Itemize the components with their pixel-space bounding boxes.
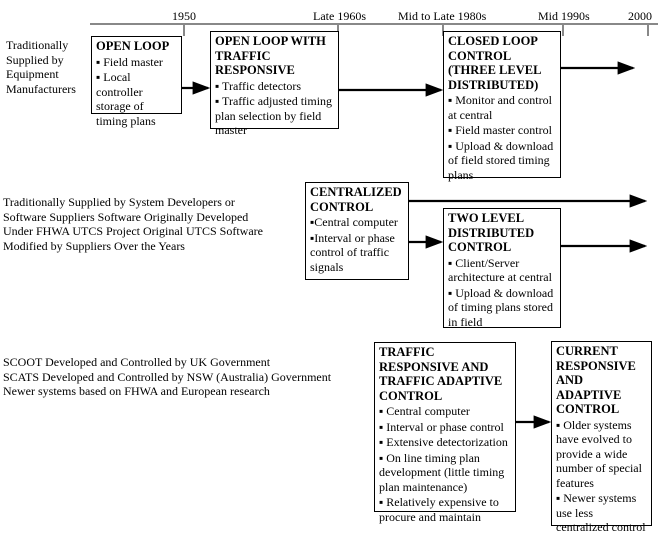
- text-line: Equipment: [6, 67, 59, 81]
- group-label-equipment: Traditionally Supplied by Equipment Manu…: [6, 38, 76, 96]
- box-item: ▪ Older systems have evolved to provide …: [556, 417, 642, 490]
- box-two-level: TWO LEVEL DISTRIBUTED CONTROL ▪ Client/S…: [443, 208, 561, 329]
- text-line: Supplied by: [6, 52, 64, 67]
- box-item: ▪ Monitor and control at central: [448, 93, 552, 122]
- box-item: ▪ On line timing plan development (littl…: [379, 450, 505, 494]
- box-traffic-adaptive: TRAFFIC RESPONSIVE AND TRAFFIC ADAPTIVE …: [374, 342, 516, 524]
- box-title: CENTRALIZED CONTROL: [310, 185, 402, 214]
- text-line: Traditionally Supplied by System Develop…: [3, 195, 235, 209]
- text-line: Newer systems based on FHWA and European…: [3, 384, 270, 398]
- box-item: ▪ Interval or phase control: [379, 419, 504, 434]
- timeline-label: Late 1960s: [313, 9, 366, 23]
- timeline-label: 2000: [628, 9, 652, 23]
- text-line: Modified by Suppliers Over the Years: [3, 238, 185, 253]
- box-title: OPEN LOOP: [96, 39, 170, 53]
- box-item: ▪ Field master control: [448, 123, 552, 137]
- text-line: SCOOT Developed and Controlled by UK Gov…: [3, 355, 271, 369]
- box-title: CURRENT RESPONSIVE AND ADAPTIVE CONTROL: [556, 344, 636, 416]
- timeline-label: 1950: [172, 9, 196, 23]
- timeline-axis: [90, 23, 658, 36]
- box-title: OPEN LOOP WITH TRAFFIC RESPONSIVE: [215, 34, 326, 77]
- group-label-adaptive: SCOOT Developed and Controlled by UK Gov…: [3, 355, 331, 399]
- timeline-label: Mid 1990s: [538, 9, 590, 23]
- box-item: ▪ Local controller storage of timing pla…: [96, 70, 156, 128]
- box-item: ▪ Traffic detectors: [215, 78, 302, 93]
- box-item: ▪Interval or phase control of traffic si…: [310, 230, 395, 274]
- box-closed-loop: CLOSED LOOP CONTROL (THREE LEVEL DISTRIB…: [443, 31, 561, 182]
- box-current: CURRENT RESPONSIVE AND ADAPTIVE CONTROL …: [551, 341, 652, 534]
- box-open-loop-traffic: OPEN LOOP WITH TRAFFIC RESPONSIVE ▪ Traf…: [210, 31, 339, 137]
- group-label-software: Traditionally Supplied by System Develop…: [3, 195, 263, 253]
- box-item: ▪ Client/Server architecture at central: [448, 255, 552, 285]
- box-item: ▪ Central computer: [379, 404, 470, 418]
- box-title: CLOSED LOOP CONTROL (THREE LEVEL DISTRIB…: [448, 34, 541, 92]
- box-item: ▪ Relatively expensive to procure and ma…: [379, 495, 499, 524]
- box-item: ▪ Upload & download of timing plans stor…: [448, 285, 554, 329]
- text-line: Under FHWA UTCS Project Original UTCS So…: [3, 224, 263, 238]
- box-open-loop: OPEN LOOP ▪ Field master ▪ Local control…: [91, 36, 182, 128]
- box-centralized: CENTRALIZED CONTROL ▪Central computer ▪I…: [305, 182, 409, 280]
- box-title: TRAFFIC RESPONSIVE AND TRAFFIC ADAPTIVE …: [379, 345, 503, 403]
- box-item: ▪ Field master: [96, 54, 163, 69]
- box-item: ▪ Extensive detectorization: [379, 435, 508, 449]
- box-item: ▪ Traffic adjusted timing plan selection…: [215, 94, 333, 137]
- timeline-label: Mid to Late 1980s: [398, 9, 487, 23]
- box-item: ▪ Newer systems use less centralized con…: [556, 491, 646, 534]
- diagram: 1950 Late 1960s Mid to Late 1980s Mid 19…: [0, 0, 666, 538]
- text-line: Traditionally: [6, 38, 69, 52]
- text-line: Software Suppliers Software Originally D…: [3, 209, 249, 224]
- box-title: TWO LEVEL DISTRIBUTED CONTROL: [448, 211, 535, 254]
- text-line: SCATS Developed and Controlled by NSW (A…: [3, 369, 332, 384]
- box-item: ▪Central computer: [310, 215, 398, 229]
- box-item: ▪ Upload & download of field stored timi…: [448, 138, 554, 182]
- text-line: Manufacturers: [6, 81, 76, 96]
